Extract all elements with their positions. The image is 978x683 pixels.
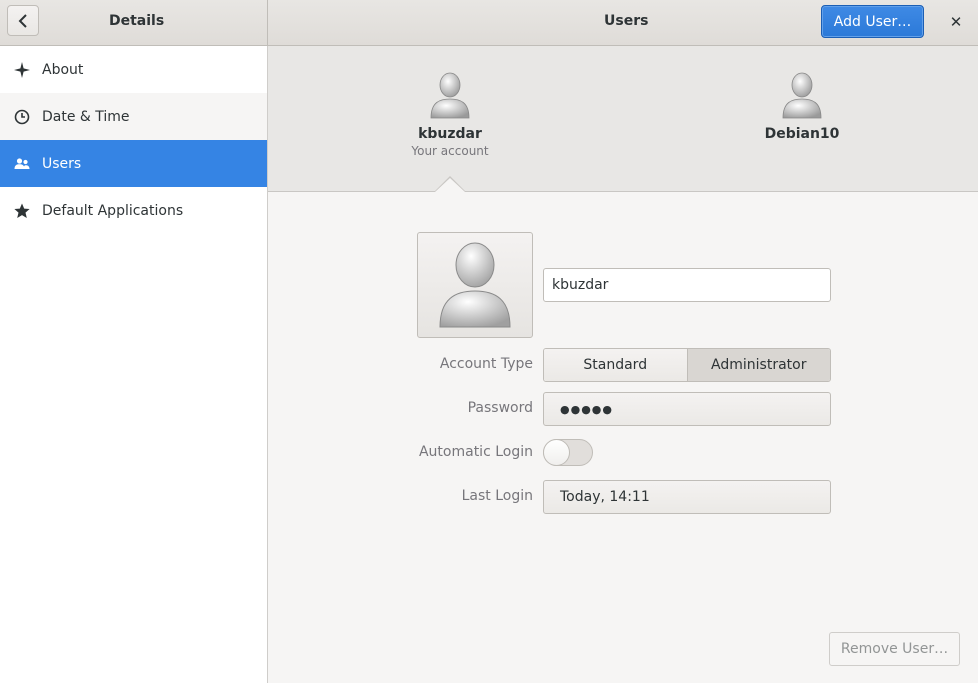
user-subtitle: Your account [411,144,489,158]
sidebar-item-label: About [42,61,84,78]
avatar-icon [439,242,511,328]
sidebar-item-label: Default Applications [42,202,184,219]
user-card-debian10[interactable]: Debian10 [722,46,882,144]
sidebar-item-label: Users [42,155,82,172]
back-button[interactable] [7,5,39,36]
page-title: Users [604,13,649,29]
sidebar-title: Details [109,13,165,29]
sparkle-icon [14,61,30,78]
last-login-label: Last Login [461,488,533,504]
selection-pointer-fill [435,178,465,192]
automatic-login-switch[interactable] [543,439,593,466]
header-bar: Details Users Add User… ✕ [0,0,978,46]
sidebar: About Date & Time Users Default Applicat… [0,46,268,683]
sidebar-item-label: Date & Time [42,108,130,125]
password-button[interactable]: ●●●●● [543,392,831,426]
clock-icon [14,109,30,125]
add-user-button[interactable]: Add User… [821,5,924,38]
last-login-button[interactable]: Today, 14:11 [543,480,831,514]
automatic-login-label: Automatic Login [418,444,533,460]
people-icon [14,156,30,172]
avatar-icon [430,72,470,120]
close-button[interactable]: ✕ [941,7,971,37]
account-type-administrator-button[interactable]: Administrator [687,349,830,381]
user-name: kbuzdar [418,126,482,142]
user-list: kbuzdar Your account Debian10 [268,46,978,192]
chevron-left-icon [18,13,27,28]
username-field[interactable]: kbuzdar [543,268,831,302]
switch-knob [543,439,570,466]
sidebar-header: Details [0,0,268,45]
sidebar-item-about[interactable]: About [0,46,267,93]
user-name: Debian10 [764,126,840,142]
avatar-button[interactable] [417,232,533,338]
password-label: Password [467,400,533,416]
sidebar-item-users[interactable]: Users [0,140,267,187]
remove-user-button[interactable]: Remove User… [829,632,960,666]
account-type-standard-button[interactable]: Standard [544,349,688,381]
sidebar-item-default-applications[interactable]: Default Applications [0,187,267,234]
star-icon [14,203,30,219]
account-type-label: Account Type [439,356,533,372]
account-type-switch: Standard Administrator [543,348,831,382]
user-card-kbuzdar[interactable]: kbuzdar Your account [370,46,530,158]
avatar-icon [782,72,822,120]
close-icon: ✕ [949,13,963,31]
sidebar-item-date-time[interactable]: Date & Time [0,93,267,140]
